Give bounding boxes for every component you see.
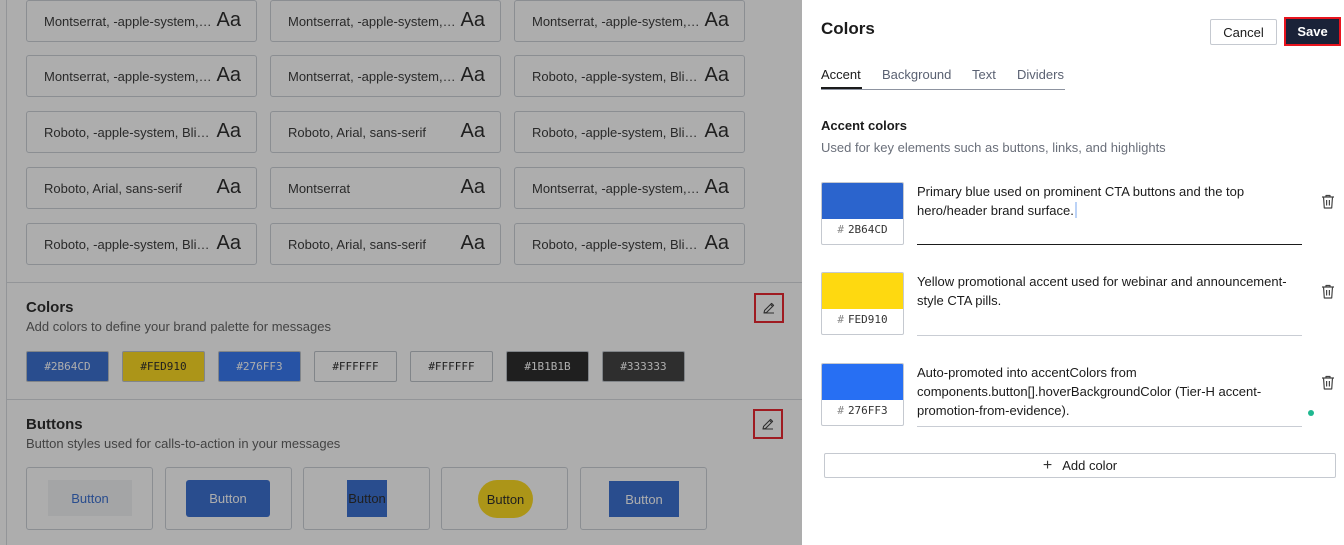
tab-text[interactable]: Text: [972, 67, 996, 82]
tab-dividers[interactable]: Dividers: [1017, 67, 1064, 82]
input-underline: [917, 335, 1302, 336]
color-chip[interactable]: #2B64CD: [821, 182, 904, 245]
cancel-button[interactable]: Cancel: [1210, 19, 1277, 45]
text-cursor: [1074, 202, 1077, 218]
color-fill: [822, 273, 903, 309]
active-tab-indicator: [821, 87, 862, 89]
colors-edit-panel: Colors Cancel Save Accent Background Tex…: [802, 0, 1344, 545]
color-description-input[interactable]: Auto-promoted into accentColors from com…: [917, 363, 1301, 420]
panel-title: Colors: [821, 19, 875, 38]
status-dot: [1308, 410, 1314, 416]
color-hex: #276FF3: [837, 404, 888, 417]
color-hex: #2B64CD: [837, 223, 888, 236]
save-button[interactable]: Save: [1284, 17, 1341, 46]
tab-background[interactable]: Background: [882, 67, 951, 82]
accent-colors-subtitle: Used for key elements such as buttons, l…: [821, 140, 1166, 155]
color-hex: # FED910: [837, 313, 888, 326]
trash-icon[interactable]: [1321, 194, 1335, 209]
accent-colors-title: Accent colors: [821, 118, 907, 133]
color-fill: [822, 364, 903, 400]
color-chip[interactable]: # FED910: [821, 272, 904, 335]
color-description-input[interactable]: Primary blue used on prominent CTA butto…: [917, 182, 1301, 220]
add-color-button[interactable]: + Add color: [824, 453, 1336, 478]
add-color-label: Add color: [1062, 458, 1118, 473]
input-underline: [917, 244, 1302, 245]
modal-backdrop[interactable]: [0, 0, 802, 545]
plus-icon: +: [1042, 456, 1053, 474]
input-underline: [917, 426, 1302, 427]
color-fill: [822, 183, 903, 219]
color-tabs: Accent Background Text Dividers: [821, 66, 1065, 90]
trash-icon[interactable]: [1321, 284, 1335, 299]
color-description-input[interactable]: Yellow promotional accent used for webin…: [917, 272, 1301, 310]
tab-accent[interactable]: Accent: [821, 67, 861, 82]
trash-icon[interactable]: [1321, 375, 1335, 390]
color-chip[interactable]: #276FF3: [821, 363, 904, 426]
